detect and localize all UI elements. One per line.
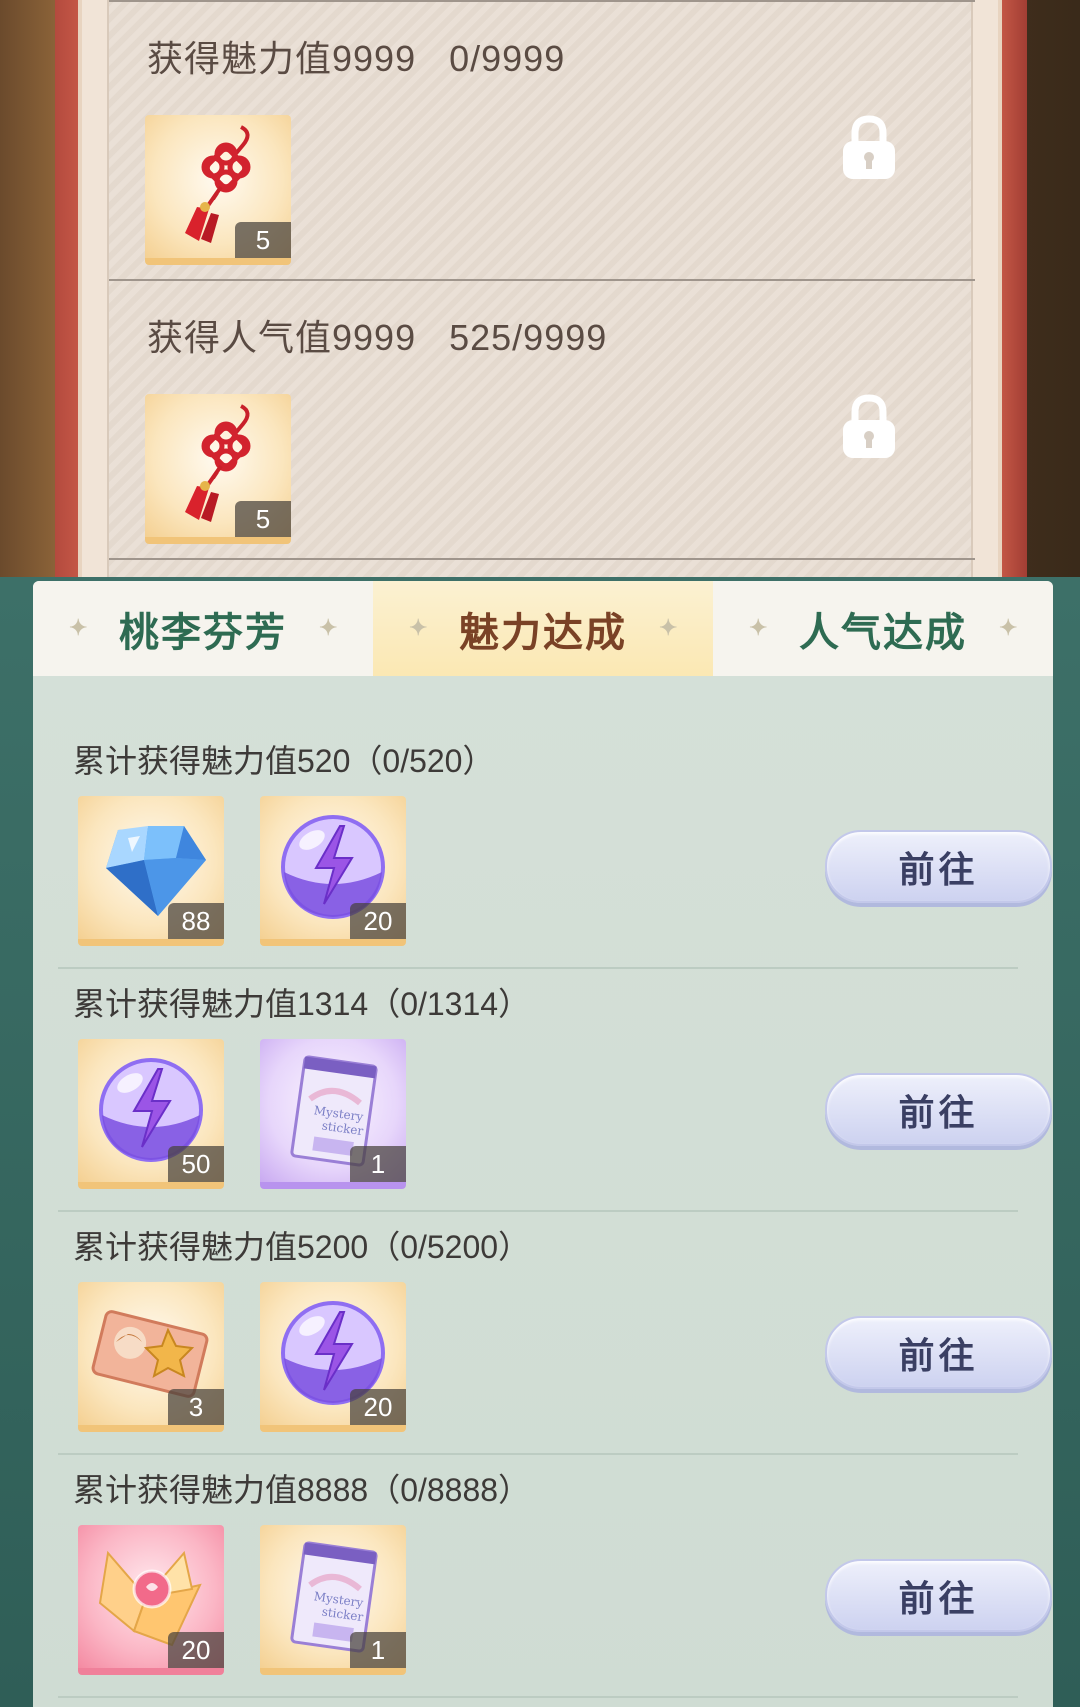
task-title: 累计获得魅力值520（0/520）: [73, 743, 495, 779]
reward-tile[interactable]: 50: [78, 1039, 224, 1189]
charm-task-panel-top: 获得魅力值9999 0/9999 5 获得人气值9999 525/9999 5: [0, 0, 1080, 577]
go-button[interactable]: 前往: [825, 1316, 1052, 1389]
reward-tile[interactable]: 20: [260, 796, 406, 946]
reward-item[interactable]: 1: [260, 1525, 406, 1675]
reward-tile[interactable]: 5: [145, 115, 291, 265]
task-row-divider: [109, 558, 975, 577]
tab-charm-achievement[interactable]: ✦ 魅力达成 ✦: [373, 581, 713, 676]
tab-bar: ✦ 桃李芬芳 ✦ ✦ 魅力达成 ✦ ✦ 人气达成 ✦: [33, 581, 1053, 676]
sparkle-icon: ✦: [319, 615, 340, 641]
reward-tile[interactable]: 5: [145, 394, 291, 544]
charm-task-panel-bottom: ✦ 桃李芬芳 ✦ ✦ 魅力达成 ✦ ✦ 人气达成 ✦ 累计获得魅力值520（0/…: [0, 577, 1080, 1707]
tab-label: 魅力达成: [459, 608, 627, 656]
reward-count: 88: [168, 903, 224, 939]
go-button[interactable]: 前往: [825, 1073, 1052, 1146]
reward-item[interactable]: 3: [78, 1282, 224, 1432]
sparkle-icon: ✦: [409, 615, 430, 641]
go-button[interactable]: 前往: [825, 1559, 1052, 1632]
task-title: 获得魅力值9999 0/9999: [147, 38, 566, 79]
sparkle-icon: ✦: [999, 615, 1020, 641]
task-row: 累计获得魅力值1314（0/1314） 50 1 前往: [58, 969, 1052, 1212]
reward-item[interactable]: 20: [78, 1525, 224, 1675]
lock-icon: [839, 394, 899, 460]
task-row: 累计获得魅力值520（0/520） 88 20 前往: [58, 726, 1052, 969]
task-title: 累计获得魅力值8888（0/8888）: [73, 1472, 531, 1508]
reward-tile[interactable]: 20: [78, 1525, 224, 1675]
sparkle-icon: ✦: [69, 615, 90, 641]
reward-count: 20: [168, 1632, 224, 1668]
reward-tile[interactable]: 1: [260, 1039, 406, 1189]
task-title: 累计获得魅力值1314（0/1314）: [73, 986, 531, 1022]
divider: [58, 1696, 1018, 1698]
reward-count: 20: [350, 1389, 406, 1425]
reward-item[interactable]: 1: [260, 1039, 406, 1189]
tab-popularity-achievement[interactable]: ✦ 人气达成 ✦: [713, 581, 1053, 676]
task-title: 累计获得魅力值5200（0/5200）: [73, 1229, 531, 1265]
reward-count: 1: [350, 1146, 406, 1182]
reward-count: 5: [235, 222, 291, 258]
reward-count: 50: [168, 1146, 224, 1182]
reward-item[interactable]: 5: [145, 115, 291, 265]
reward-tile[interactable]: 1: [260, 1525, 406, 1675]
reward-tile[interactable]: 88: [78, 796, 224, 946]
task-title: 获得人气值9999 525/9999: [147, 317, 608, 358]
task-row: 累计获得魅力值8888（0/8888） 20 1 前往: [58, 1455, 1052, 1698]
lock-icon: [839, 115, 899, 181]
top-task-list[interactable]: 获得魅力值9999 0/9999 5 获得人气值9999 525/9999 5: [107, 0, 975, 577]
reward-item[interactable]: 5: [145, 394, 291, 544]
reward-count: 5: [235, 501, 291, 537]
reward-item[interactable]: 50: [78, 1039, 224, 1189]
reward-item[interactable]: 88: [78, 796, 224, 946]
task-row: 获得人气值9999 525/9999 5: [109, 279, 975, 558]
reward-count: 20: [350, 903, 406, 939]
tab-label: 桃李芬芳: [119, 608, 287, 656]
tab-taoli-fenfang[interactable]: ✦ 桃李芬芳 ✦: [33, 581, 373, 676]
task-panel: ✦ 桃李芬芳 ✦ ✦ 魅力达成 ✦ ✦ 人气达成 ✦ 累计获得魅力值520（0/…: [33, 581, 1053, 1707]
reward-count: 3: [168, 1389, 224, 1425]
task-row: 累计获得魅力值5200（0/5200） 3 20 前往: [58, 1212, 1052, 1455]
reward-item[interactable]: 20: [260, 796, 406, 946]
go-button[interactable]: 前往: [825, 830, 1052, 903]
reward-tile[interactable]: 3: [78, 1282, 224, 1432]
reward-count: 1: [350, 1632, 406, 1668]
tab-label: 人气达成: [799, 608, 967, 656]
task-row: 获得魅力值9999 0/9999 5: [109, 0, 975, 279]
reward-tile[interactable]: 20: [260, 1282, 406, 1432]
sparkle-icon: ✦: [659, 615, 680, 641]
reward-item[interactable]: 20: [260, 1282, 406, 1432]
sparkle-icon: ✦: [749, 615, 770, 641]
